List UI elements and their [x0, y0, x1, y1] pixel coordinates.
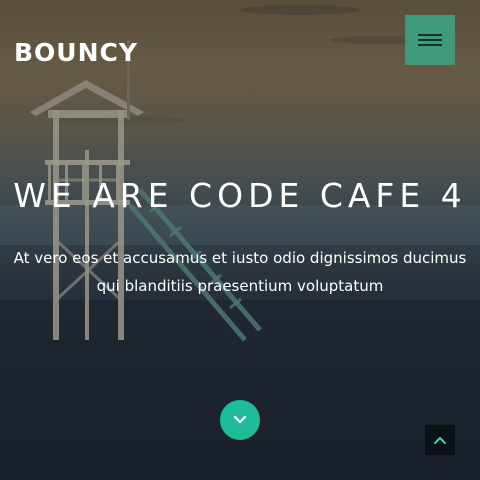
hero-subtitle: At vero eos et accusamus et iusto odio d…	[0, 244, 480, 300]
chevron-down-icon	[233, 415, 247, 424]
menu-toggle-button[interactable]	[405, 15, 455, 65]
brand-logo[interactable]: BOUNCY	[14, 38, 138, 68]
chevron-up-icon	[434, 437, 446, 444]
back-to-top-button[interactable]	[425, 425, 455, 455]
hero-headline: WE ARE CODE CAFE 4	[13, 176, 467, 215]
hero-subtitle-line-2: qui blanditiis praesentium voluptatum	[96, 277, 384, 295]
scroll-down-button[interactable]	[220, 400, 260, 440]
hero-subtitle-line-1: At vero eos et accusamus et iusto odio d…	[13, 249, 467, 267]
